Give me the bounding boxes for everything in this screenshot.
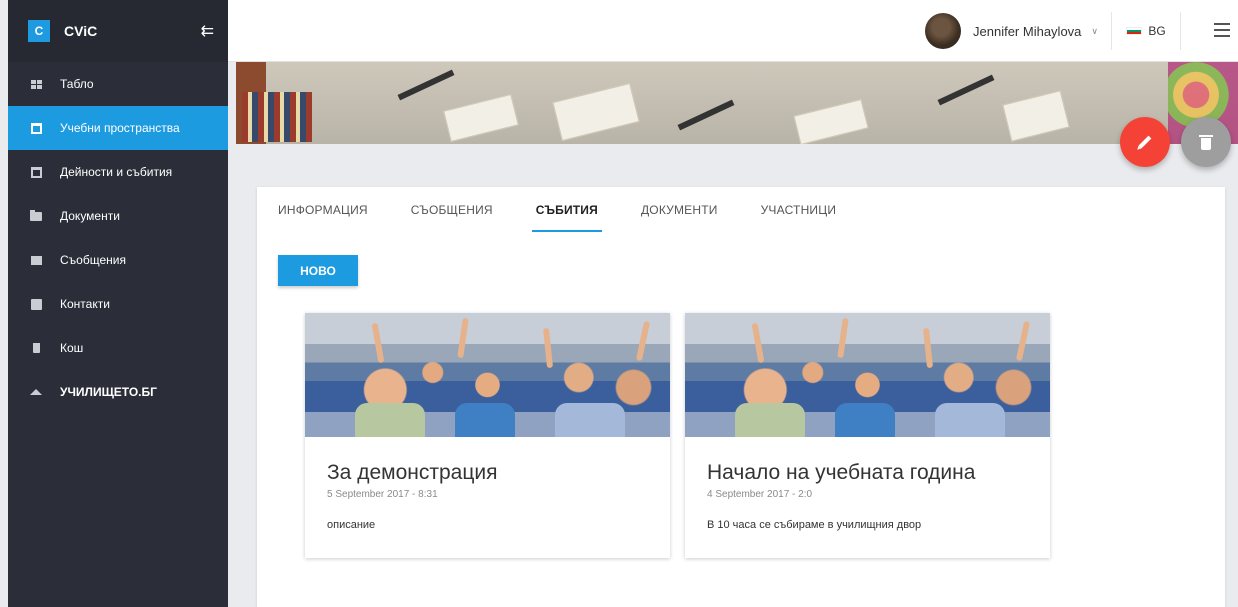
- sidebar-item-label: Съобщения: [60, 253, 126, 267]
- tab-events[interactable]: СЪБИТИЯ: [531, 187, 603, 232]
- event-body: Начало на учебната година 4 September 20…: [685, 437, 1050, 555]
- graduation-cap-icon: [30, 386, 42, 398]
- bulgaria-flag-icon: [1126, 27, 1143, 35]
- user-menu[interactable]: Jennifer Mihaylova ∨: [925, 0, 1098, 62]
- event-body: За демонстрация 5 September 2017 - 8:31 …: [305, 437, 670, 555]
- event-title[interactable]: За демонстрация: [327, 461, 648, 485]
- space-cover-image: [236, 62, 1238, 144]
- sidebar-item-learning-spaces[interactable]: Учебни пространства: [8, 106, 228, 150]
- event-date: 4 September 2017 - 2:0: [707, 489, 813, 500]
- tab-documents[interactable]: ДОКУМЕНТИ: [641, 187, 718, 232]
- sidebar-item-trash[interactable]: Кош: [8, 326, 228, 370]
- event-description: описание: [327, 519, 376, 531]
- brand-logo[interactable]: C: [28, 20, 50, 42]
- dashboard-icon: [30, 78, 42, 90]
- sidebar: C CViC ⇇ Табло Учебни пространства Дейно…: [8, 0, 228, 607]
- sidebar-item-label: Контакти: [60, 297, 110, 311]
- sidebar-item-uchilishteto[interactable]: УЧИЛИЩЕТО.БГ: [8, 370, 228, 414]
- edit-button[interactable]: [1120, 117, 1170, 167]
- tab-participants[interactable]: УЧАСТНИЦИ: [761, 187, 837, 232]
- trash-icon: [30, 342, 42, 354]
- user-name[interactable]: Jennifer Mihaylova: [973, 24, 1081, 39]
- sidebar-item-documents[interactable]: Документи: [8, 194, 228, 238]
- tab-messages[interactable]: СЪОБЩЕНИЯ: [411, 187, 493, 232]
- sidebar-item-activities[interactable]: Дейности и събития: [8, 150, 228, 194]
- sidebar-item-label: Учебни пространства: [60, 121, 180, 135]
- chevron-down-icon[interactable]: ∨: [1091, 26, 1098, 37]
- sidebar-item-contacts[interactable]: Контакти: [8, 282, 228, 326]
- avatar[interactable]: [925, 13, 962, 49]
- sidebar-item-messages[interactable]: Съобщения: [8, 238, 228, 282]
- event-date: 5 September 2017 - 8:31: [327, 489, 438, 500]
- building-icon: [30, 122, 42, 134]
- trash-icon: [1199, 134, 1213, 150]
- mail-icon: [30, 254, 42, 266]
- sidebar-item-dashboard[interactable]: Табло: [8, 62, 228, 106]
- language-selector[interactable]: BG: [1111, 12, 1181, 50]
- sidebar-item-label: Табло: [60, 77, 94, 91]
- sidebar-nav: Табло Учебни пространства Дейности и съб…: [8, 62, 228, 414]
- language-label: BG: [1148, 24, 1166, 38]
- topbar: Jennifer Mihaylova ∨ BG: [228, 0, 1238, 62]
- brand-name[interactable]: CViC: [64, 23, 201, 39]
- list-menu-icon[interactable]: [1210, 20, 1230, 40]
- sidebar-item-label: Дейности и събития: [60, 165, 173, 179]
- calendar-icon: [30, 166, 42, 178]
- event-card[interactable]: Начало на учебната година 4 September 20…: [685, 313, 1050, 558]
- tab-information[interactable]: ИНФОРМАЦИЯ: [278, 187, 368, 232]
- sidebar-item-label: Документи: [60, 209, 120, 223]
- sidebar-item-label: Кош: [60, 341, 84, 355]
- event-image: [305, 313, 670, 437]
- brand-header: C CViC ⇇: [8, 0, 228, 62]
- event-image: [685, 313, 1050, 437]
- space-tabs: ИНФОРМАЦИЯ СЪОБЩЕНИЯ СЪБИТИЯ ДОКУМЕНТИ У…: [257, 187, 836, 232]
- space-content-panel: ИНФОРМАЦИЯ СЪОБЩЕНИЯ СЪБИТИЯ ДОКУМЕНТИ У…: [257, 187, 1225, 607]
- collapse-sidebar-icon[interactable]: ⇇: [201, 21, 214, 41]
- folder-icon: [30, 209, 42, 222]
- event-description: В 10 часа се събираме в училищния двор: [707, 519, 922, 531]
- pencil-icon: [1138, 135, 1152, 149]
- event-title[interactable]: Начало на учебната година: [707, 461, 1028, 485]
- sidebar-item-label: УЧИЛИЩЕТО.БГ: [60, 385, 157, 399]
- delete-button[interactable]: [1181, 117, 1231, 167]
- event-card[interactable]: За демонстрация 5 September 2017 - 8:31 …: [305, 313, 670, 558]
- new-event-button[interactable]: НОВО: [278, 255, 358, 286]
- contact-card-icon: [30, 298, 42, 310]
